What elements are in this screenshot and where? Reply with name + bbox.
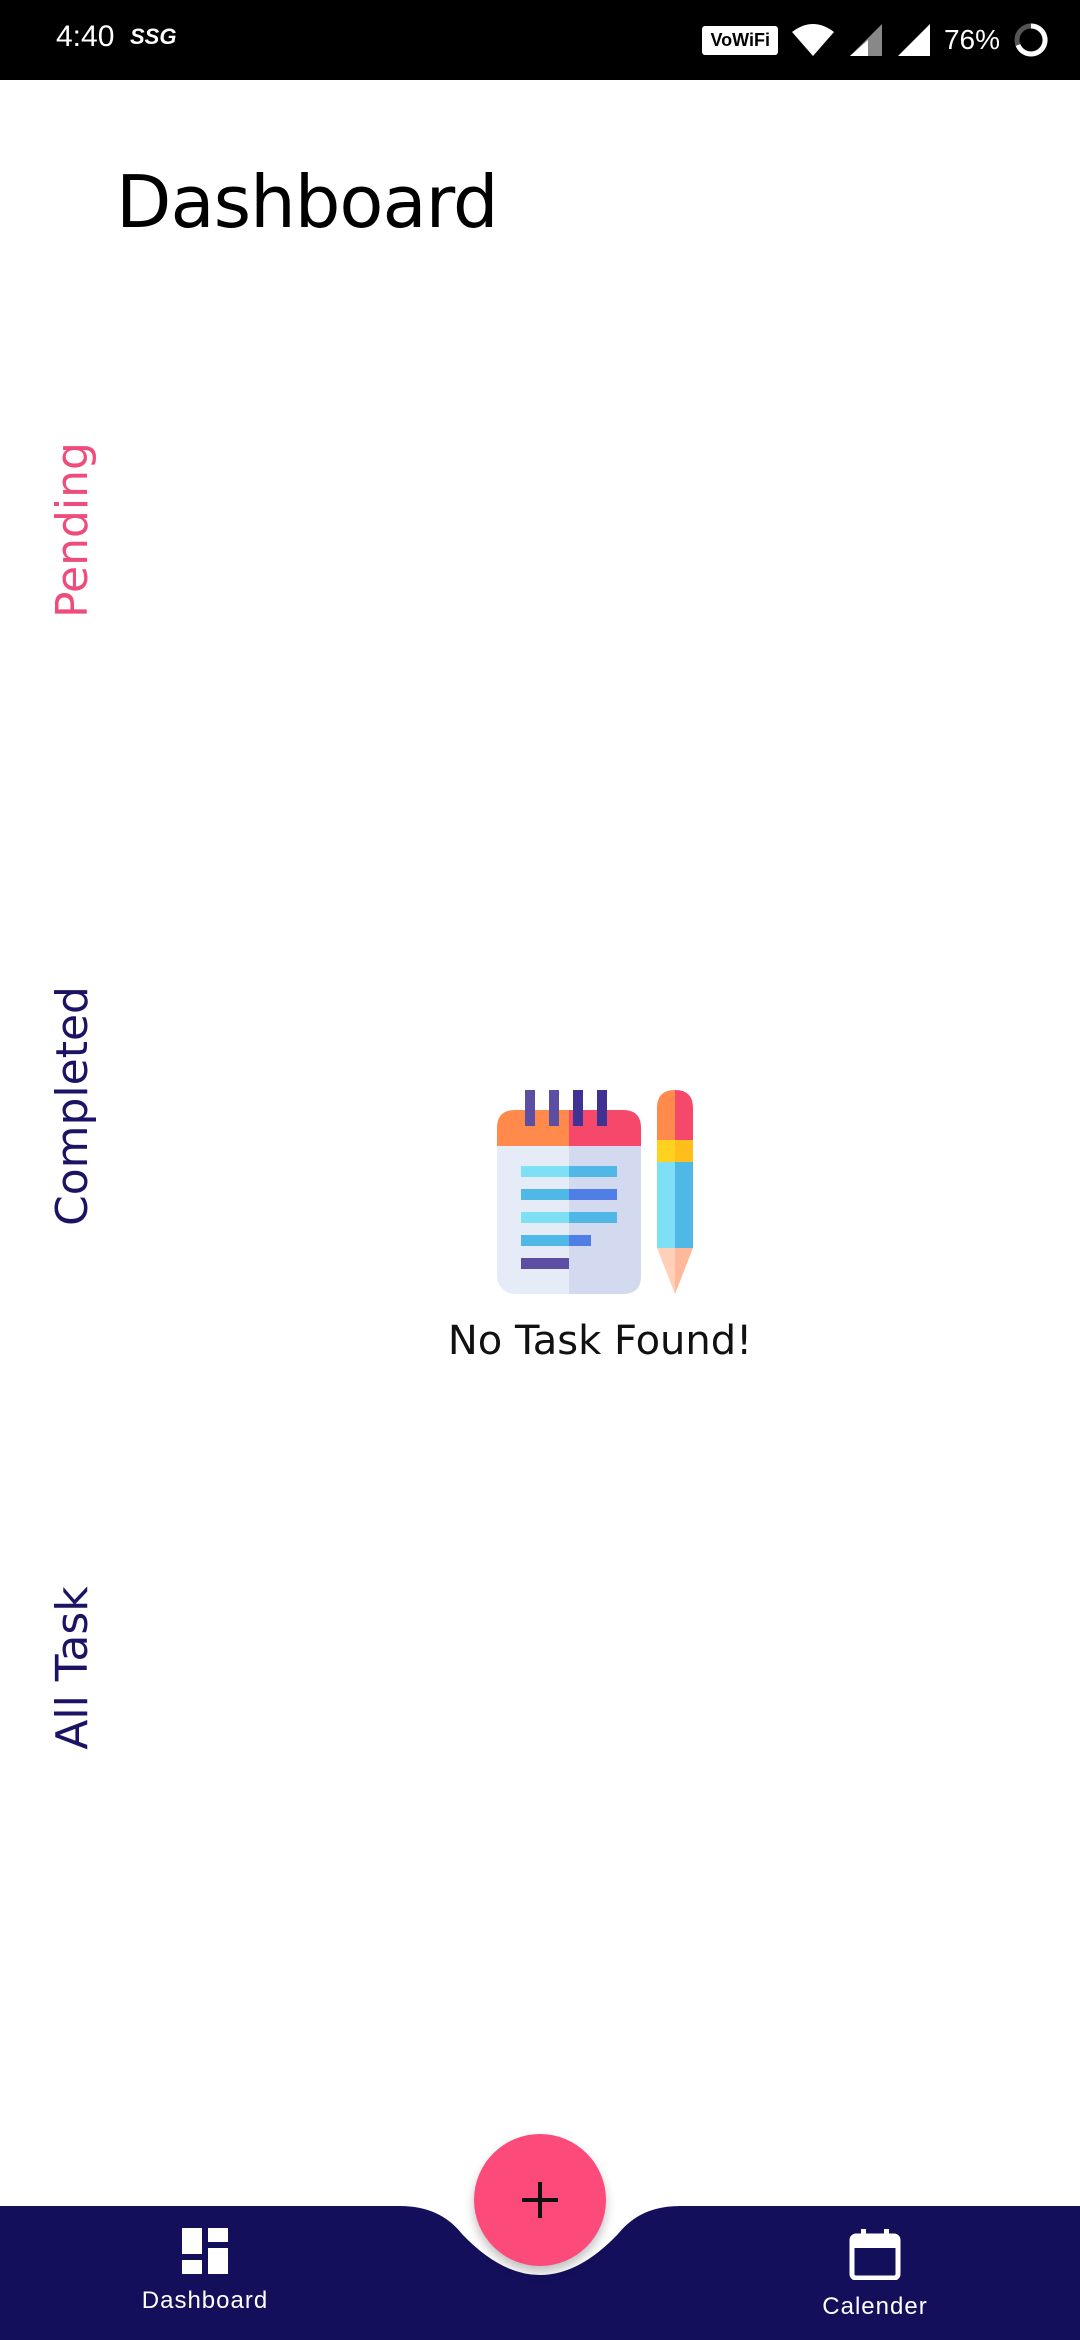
battery-percentage: 76% bbox=[943, 24, 1000, 55]
tab-completed[interactable]: Completed bbox=[45, 976, 101, 1236]
signal-icon-2 bbox=[897, 24, 930, 56]
vowifi-badge: VoWiFi bbox=[702, 25, 778, 55]
plus-icon bbox=[522, 2182, 558, 2218]
status-icons: VoWiFi 76% bbox=[702, 16, 1050, 64]
status-bar: 4:40 SSG VoWiFi 76% bbox=[0, 0, 1080, 80]
nav-label-calender: Calender bbox=[822, 2293, 928, 2320]
nav-item-calender[interactable]: Calender bbox=[765, 2228, 985, 2338]
tab-all-task[interactable]: All Task bbox=[45, 1538, 101, 1798]
dashboard-icon bbox=[182, 2228, 228, 2274]
notepad-pencil-illustration bbox=[497, 1090, 693, 1294]
status-carrier: SSG bbox=[130, 24, 177, 49]
wifi-icon bbox=[791, 24, 834, 56]
nav-label-dashboard: Dashboard bbox=[141, 2287, 269, 2314]
add-task-button[interactable] bbox=[474, 2134, 606, 2266]
battery-ring-icon bbox=[1014, 23, 1048, 57]
calendar-icon bbox=[849, 2229, 901, 2281]
signal-icon bbox=[849, 24, 882, 56]
nav-item-dashboard[interactable]: Dashboard bbox=[95, 2228, 315, 2338]
empty-message: No Task Found! bbox=[447, 1318, 753, 1364]
status-time: 4:40 bbox=[56, 20, 115, 53]
empty-state: No Task Found! bbox=[440, 1090, 760, 1380]
page-title: Dashboard bbox=[116, 160, 499, 244]
tab-pending[interactable]: Pending bbox=[45, 400, 101, 660]
